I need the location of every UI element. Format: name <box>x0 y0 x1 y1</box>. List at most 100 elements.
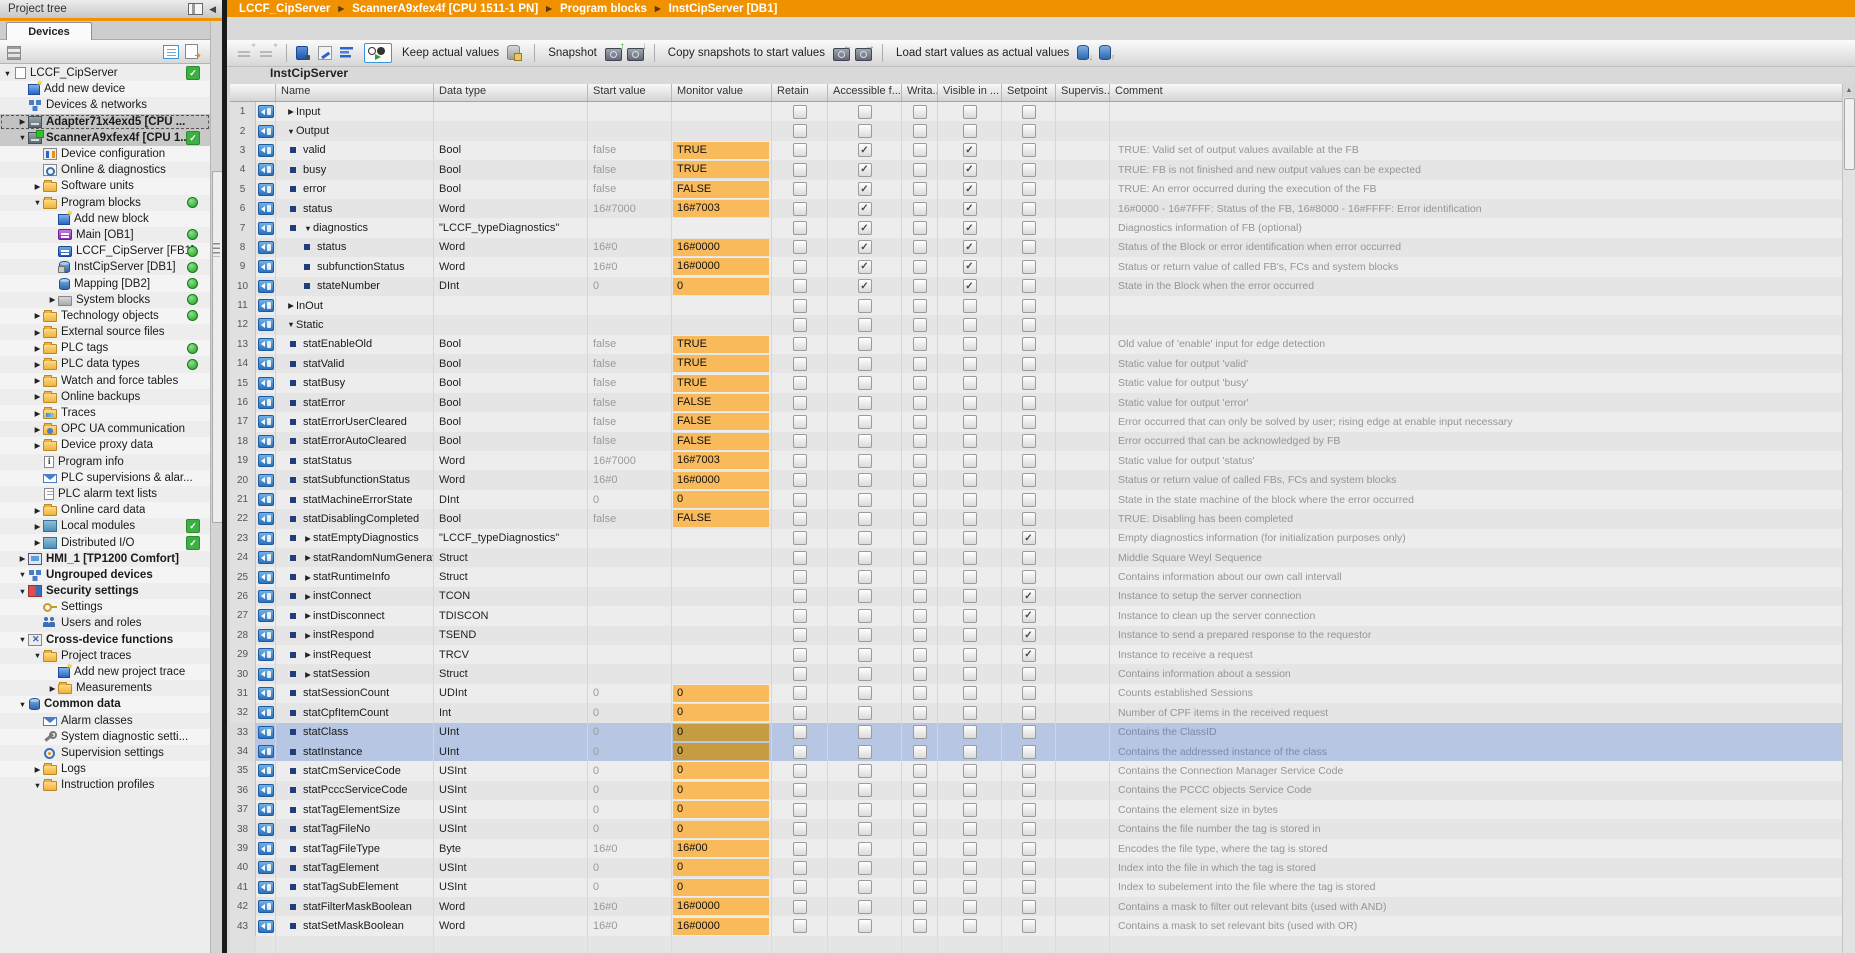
accessible-checkbox[interactable] <box>858 589 872 603</box>
writable-checkbox[interactable] <box>913 221 927 235</box>
retain-checkbox[interactable] <box>793 822 807 836</box>
name-cell[interactable]: ▶statRandomNumGenerator <box>276 548 434 567</box>
visible-checkbox[interactable] <box>963 822 977 836</box>
column-header-start-value[interactable]: Start value <box>588 84 672 101</box>
open-editor-icon[interactable] <box>185 44 203 60</box>
monitor-value-cell[interactable]: TRUE <box>672 373 772 392</box>
table-row-output[interactable]: 2▼Output <box>230 121 1843 140</box>
keep-actual-values-icon[interactable] <box>296 45 314 61</box>
comment-cell[interactable]: Contains information about our own call … <box>1110 567 1843 586</box>
comment-cell[interactable]: Contains information about a session <box>1110 664 1843 683</box>
monitor-value-cell[interactable]: 16#7003 <box>672 451 772 470</box>
retain-checkbox[interactable] <box>793 861 807 875</box>
visible-checkbox[interactable] <box>963 686 977 700</box>
start-value-cell[interactable] <box>588 296 672 315</box>
expand-arrow-icon[interactable]: ▶ <box>32 409 43 418</box>
visible-checkbox[interactable] <box>963 512 977 526</box>
monitor-value-cell[interactable]: 0 <box>672 723 772 742</box>
scroll-up-icon[interactable]: ▲ <box>1843 84 1855 97</box>
expand-arrow-icon[interactable]: ▶ <box>47 684 58 693</box>
retain-checkbox[interactable] <box>793 163 807 177</box>
name-cell[interactable]: status <box>276 199 434 218</box>
accessible-checkbox[interactable] <box>858 783 872 797</box>
writable-checkbox[interactable] <box>913 318 927 332</box>
table-row-stattagfiletype[interactable]: 39statTagFileTypeByte16#016#00Encodes th… <box>230 839 1843 858</box>
setpoint-checkbox[interactable] <box>1022 764 1036 778</box>
data-type-cell[interactable]: Word <box>434 470 588 489</box>
data-type-cell[interactable] <box>434 296 588 315</box>
setpoint-checkbox[interactable] <box>1022 202 1036 216</box>
monitor-value-cell[interactable]: TRUE <box>672 141 772 160</box>
data-type-cell[interactable]: UInt <box>434 723 588 742</box>
visible-checkbox[interactable]: ✓ <box>963 240 977 254</box>
expand-arrow-icon[interactable]: ▶ <box>17 554 28 563</box>
name-cell[interactable]: statValid <box>276 354 434 373</box>
monitor-value-cell[interactable]: 0 <box>672 277 772 296</box>
retain-checkbox[interactable] <box>793 124 807 138</box>
tree-item-external-source-files[interactable]: ▶External source files <box>0 324 210 340</box>
start-value-cell[interactable] <box>588 121 672 140</box>
retain-checkbox[interactable] <box>793 434 807 448</box>
comment-cell[interactable]: Instance to clean up the server connecti… <box>1110 606 1843 625</box>
table-scrollbar-thumb[interactable] <box>1844 98 1855 170</box>
start-value-cell[interactable]: 0 <box>588 858 672 877</box>
accessible-checkbox[interactable] <box>858 861 872 875</box>
visible-checkbox[interactable]: ✓ <box>963 221 977 235</box>
start-value-cell[interactable]: false <box>588 432 672 451</box>
collapse-arrow-icon[interactable]: ▼ <box>32 651 43 660</box>
details-view-icon[interactable] <box>7 44 25 60</box>
name-cell[interactable]: statFilterMaskBoolean <box>276 897 434 916</box>
setpoint-checkbox[interactable] <box>1022 686 1036 700</box>
writable-checkbox[interactable] <box>913 667 927 681</box>
name-cell[interactable]: statSubfunctionStatus <box>276 470 434 489</box>
start-value-cell[interactable]: 16#7000 <box>588 451 672 470</box>
start-value-cell[interactable] <box>588 548 672 567</box>
visible-checkbox[interactable] <box>963 861 977 875</box>
writable-checkbox[interactable] <box>913 473 927 487</box>
comment-cell[interactable] <box>1110 121 1843 140</box>
accessible-checkbox[interactable] <box>858 415 872 429</box>
writable-checkbox[interactable] <box>913 861 927 875</box>
data-type-cell[interactable]: Bool <box>434 180 588 199</box>
data-type-cell[interactable]: TRCV <box>434 645 588 664</box>
comment-cell[interactable]: Contains the PCCC objects Service Code <box>1110 781 1843 800</box>
retain-checkbox[interactable] <box>793 551 807 565</box>
setpoint-checkbox[interactable] <box>1022 803 1036 817</box>
writable-checkbox[interactable] <box>913 240 927 254</box>
comment-cell[interactable]: Contains the file number the tag is stor… <box>1110 819 1843 838</box>
tree-item-add-new-block[interactable]: Add new block <box>0 211 210 227</box>
start-value-cell[interactable]: 0 <box>588 800 672 819</box>
monitor-value-cell[interactable] <box>672 296 772 315</box>
name-cell[interactable]: statDisablingCompleted <box>276 509 434 528</box>
accessible-checkbox[interactable] <box>858 570 872 584</box>
retain-checkbox[interactable] <box>793 376 807 390</box>
expand-arrow-icon[interactable]: ▶ <box>303 534 313 543</box>
column-header-supervis[interactable]: Supervis... <box>1056 84 1110 101</box>
monitor-value-cell[interactable]: 0 <box>672 703 772 722</box>
expand-arrow-icon[interactable]: ▶ <box>32 765 43 774</box>
comment-cell[interactable]: Index to subelement into the file where … <box>1110 878 1843 897</box>
expand-arrow-icon[interactable]: ▶ <box>32 538 43 547</box>
data-type-cell[interactable]: TCON <box>434 587 588 606</box>
retain-checkbox[interactable] <box>793 396 807 410</box>
accessible-checkbox[interactable] <box>858 357 872 371</box>
writable-checkbox[interactable] <box>913 531 927 545</box>
setpoint-checkbox[interactable] <box>1022 725 1036 739</box>
accessible-checkbox[interactable] <box>858 124 872 138</box>
visible-checkbox[interactable] <box>963 725 977 739</box>
monitor-value-cell[interactable]: 0 <box>672 781 772 800</box>
name-cell[interactable]: status <box>276 238 434 257</box>
comment-cell[interactable]: Contains the ClassID <box>1110 723 1843 742</box>
retain-checkbox[interactable] <box>793 240 807 254</box>
data-type-cell[interactable]: USInt <box>434 878 588 897</box>
name-cell[interactable]: ▼diagnostics <box>276 218 434 237</box>
retain-checkbox[interactable] <box>793 628 807 642</box>
comment-cell[interactable]: Static value for output 'status' <box>1110 451 1843 470</box>
writable-checkbox[interactable] <box>913 783 927 797</box>
name-cell[interactable]: ▶statSession <box>276 664 434 683</box>
expand-arrow-icon[interactable]: ▶ <box>303 553 313 562</box>
retain-checkbox[interactable] <box>793 454 807 468</box>
table-row-stattagelementsize[interactable]: 37statTagElementSizeUSInt00Contains the … <box>230 800 1843 819</box>
writable-checkbox[interactable] <box>913 706 927 720</box>
load-start-values-label[interactable]: Load start values as actual values <box>896 47 1069 59</box>
